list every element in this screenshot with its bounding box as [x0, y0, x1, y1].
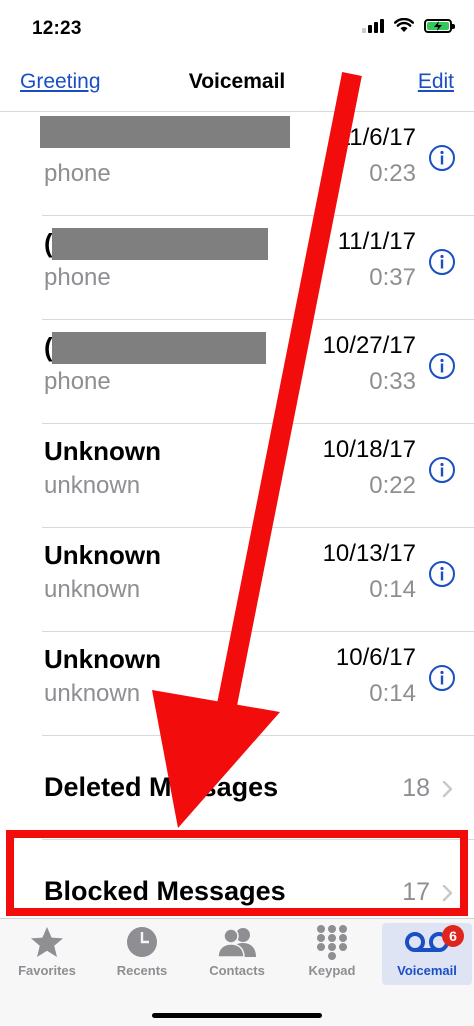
- star-icon: [31, 927, 63, 957]
- tab-bar: Favorites Recents Contacts Keypad Voicem…: [0, 918, 474, 1026]
- deleted-messages-count: 18: [402, 774, 430, 802]
- voicemail-label: phone: [44, 368, 111, 395]
- voicemail-label: unknown: [44, 576, 141, 603]
- tab-label: Recents: [116, 963, 168, 978]
- tab-voicemail[interactable]: Voicemail 6: [382, 923, 472, 985]
- voicemail-label: phone: [44, 160, 111, 187]
- voicemail-row[interactable]: Unknown unknown 10/6/17 0:14: [0, 632, 474, 736]
- voicemail-row[interactable]: ( phone 11/1/17 0:37: [0, 216, 474, 320]
- voicemail-date: 10/13/17: [322, 540, 416, 567]
- redacted-caller: [40, 116, 290, 148]
- deleted-messages-row[interactable]: Deleted Messages 18: [0, 736, 474, 840]
- voicemail-badge: 6: [442, 925, 464, 947]
- voicemail-caller: Unknown: [44, 644, 161, 674]
- battery-icon: [424, 18, 455, 33]
- info-icon[interactable]: [428, 664, 456, 692]
- voicemail-date: 11/1/17: [337, 228, 416, 255]
- redacted-caller: [52, 228, 268, 260]
- voicemail-label: phone: [44, 264, 111, 291]
- edit-button[interactable]: Edit: [418, 70, 454, 94]
- info-icon[interactable]: [428, 144, 456, 172]
- contacts-icon: [217, 928, 256, 958]
- voicemail-caller: Unknown: [44, 436, 161, 466]
- voicemail-duration: 0:14: [369, 680, 416, 707]
- voicemail-date: 11/6/17: [337, 124, 416, 151]
- tab-label: Keypad: [308, 963, 356, 978]
- voicemail-duration: 0:37: [369, 264, 416, 291]
- tab-keypad[interactable]: Keypad: [287, 923, 377, 985]
- keypad-icon: [317, 925, 347, 960]
- status-icons: [362, 18, 455, 33]
- redacted-caller: [52, 332, 266, 364]
- voicemail-duration: 0:14: [369, 576, 416, 603]
- home-indicator: [152, 1013, 322, 1018]
- voicemail-row[interactable]: ( phone 10/27/17 0:33: [0, 320, 474, 424]
- info-icon[interactable]: [428, 456, 456, 484]
- voicemail-date: 10/6/17: [335, 644, 416, 671]
- nav-bar: Greeting Voicemail Edit: [0, 56, 474, 112]
- clock-icon: [127, 927, 157, 957]
- voicemail-date: 10/18/17: [322, 436, 416, 463]
- voicemail-duration: 0:33: [369, 368, 416, 395]
- voicemail-duration: 0:22: [369, 472, 416, 499]
- voicemail-date: 10/27/17: [322, 332, 416, 359]
- tab-contacts[interactable]: Contacts: [192, 923, 282, 985]
- voicemail-duration: 0:23: [369, 160, 416, 187]
- tab-label: Voicemail: [397, 963, 457, 978]
- annotation-highlight-box: [6, 830, 468, 916]
- tab-recents[interactable]: Recents: [97, 923, 187, 985]
- tab-label: Contacts: [209, 963, 265, 978]
- tab-favorites[interactable]: Favorites: [2, 923, 92, 985]
- deleted-messages-label: Deleted Messages: [44, 772, 279, 802]
- wifi-icon: [394, 18, 414, 32]
- voicemail-row[interactable]: Unknown unknown 10/18/17 0:22: [0, 424, 474, 528]
- info-icon[interactable]: [428, 248, 456, 276]
- page-title: Voicemail: [188, 70, 286, 93]
- status-time: 12:23: [32, 18, 82, 39]
- voicemail-row[interactable]: Unknown unknown 10/13/17 0:14: [0, 528, 474, 632]
- status-bar: 12:23: [0, 0, 474, 56]
- signal-icon: [362, 18, 384, 33]
- voicemail-list: phone 11/6/17 0:23 ( phone 11/1/17 0:37 …: [0, 112, 474, 944]
- voicemail-row[interactable]: phone 11/6/17 0:23: [0, 112, 474, 216]
- info-icon[interactable]: [428, 560, 456, 588]
- tab-label: Favorites: [18, 963, 76, 978]
- info-icon[interactable]: [428, 352, 456, 380]
- voicemail-label: unknown: [44, 680, 141, 707]
- voicemail-label: unknown: [44, 472, 141, 499]
- voicemail-caller: Unknown: [44, 540, 161, 570]
- chevron-right-icon: [442, 780, 453, 798]
